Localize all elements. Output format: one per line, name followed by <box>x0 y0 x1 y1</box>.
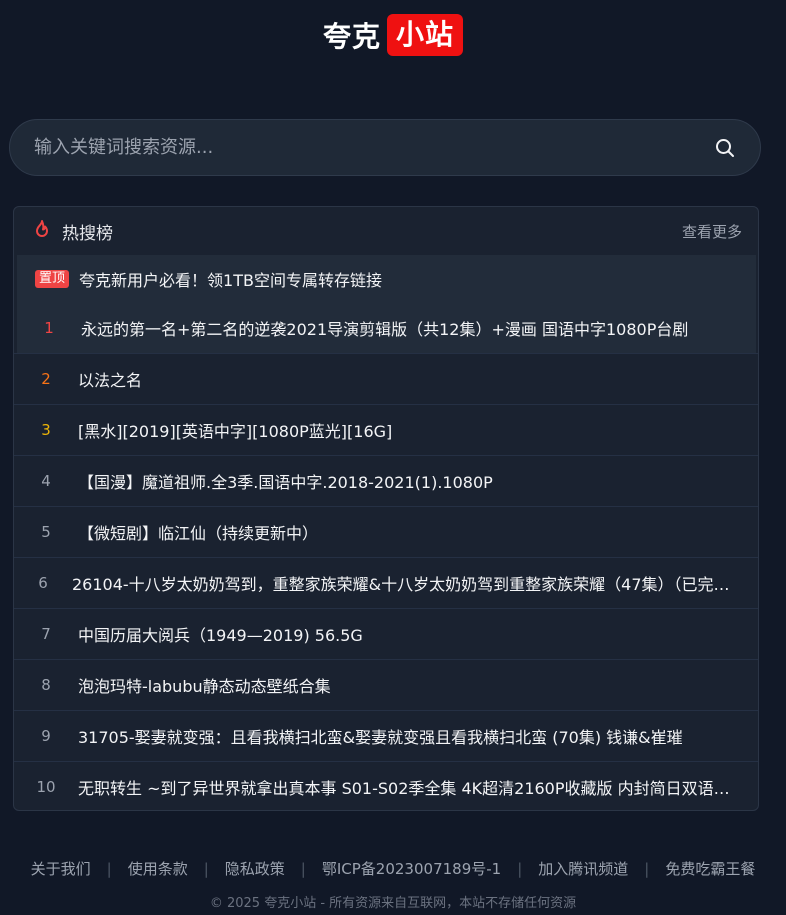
hot-item-title: 永远的第一名+第二名的逆袭2021导演剪辑版（共12集）+漫画 国语中字1080… <box>81 320 689 339</box>
pinned-item[interactable]: 置顶 夸克新用户必看！领1TB空间专属转存链接 <box>17 255 756 303</box>
hot-search-header: 热搜榜 查看更多 <box>14 207 758 255</box>
hot-item-rank: 6 <box>38 574 48 592</box>
footer-link-about[interactable]: 关于我们 <box>31 858 91 879</box>
pinned-badge: 置顶 <box>35 270 70 288</box>
logo-text: 夸克 <box>322 20 381 53</box>
footer-link-free-meal[interactable]: 免费吃霸王餐 <box>665 858 755 879</box>
footer-link-privacy[interactable]: 隐私政策 <box>225 858 285 879</box>
hot-item-rank: 8 <box>41 676 51 694</box>
view-more-link[interactable]: 查看更多 <box>682 221 742 242</box>
hot-item-rank: 3 <box>41 421 51 439</box>
logo-badge: 小站 <box>387 14 464 56</box>
footer-separator: | <box>517 859 523 878</box>
hot-item-rank: 5 <box>41 523 51 541</box>
hot-item-title: [黑水][2019][英语中字][1080P蓝光][16G] <box>78 422 393 441</box>
footer-link-icp[interactable]: 鄂ICP备2023007189号-1 <box>322 858 501 879</box>
footer-link-terms[interactable]: 使用条款 <box>128 858 188 879</box>
pinned-item-text: 夸克新用户必看！领1TB空间专属转存链接 <box>79 271 382 290</box>
search-icon[interactable] <box>712 135 738 161</box>
hot-item-title: 【国漫】魔道祖师.全3季.国语中字.2018-2021(1).1080P <box>78 473 493 492</box>
site-logo[interactable]: 夸克 小站 <box>0 14 786 56</box>
hot-item[interactable]: 5 【微短剧】临江仙（持续更新中） <box>14 506 758 557</box>
hot-item[interactable]: 6 26104-十八岁太奶奶驾到，重整家族荣耀&十八岁太奶奶驾到重整家族荣耀（4… <box>14 557 758 608</box>
footer-links: 关于我们 | 使用条款 | 隐私政策 | 鄂ICP备2023007189号-1 … <box>0 858 786 879</box>
hot-item[interactable]: 4 【国漫】魔道祖师.全3季.国语中字.2018-2021(1).1080P <box>14 455 758 506</box>
hot-item-title: 31705-娶妻就变强：且看我横扫北蛮&娶妻就变强且看我横扫北蛮 (70集) 钱… <box>78 728 683 747</box>
hot-item[interactable]: 8 泡泡玛特-labubu静态动态壁纸合集 <box>14 659 758 710</box>
hot-item[interactable]: 2 以法之名 <box>14 353 758 404</box>
hot-item-title: 【微短剧】临江仙（持续更新中） <box>78 524 319 543</box>
hot-search-panel: 热搜榜 查看更多 置顶 夸克新用户必看！领1TB空间专属转存链接 1 永远的第一… <box>13 206 759 811</box>
footer-separator: | <box>644 859 650 878</box>
hot-item-rank: 7 <box>41 625 51 643</box>
hot-item[interactable]: 9 31705-娶妻就变强：且看我横扫北蛮&娶妻就变强且看我横扫北蛮 (70集)… <box>14 710 758 761</box>
footer-link-tencent-channel[interactable]: 加入腾讯频道 <box>538 858 628 879</box>
hot-item-rank: 2 <box>41 370 51 388</box>
copyright-text: © 2025 夸克小站 - 所有资源来自互联网，本站不存储任何资源 <box>209 896 577 911</box>
hot-item-title: 无职转生 ~到了异世界就拿出真本事 S01-S02季全集 4K超清2160P收藏… <box>78 779 738 798</box>
hot-item[interactable]: 10 无职转生 ~到了异世界就拿出真本事 S01-S02季全集 4K超清2160… <box>14 761 758 810</box>
hot-item-title: 以法之名 <box>78 371 143 390</box>
hot-item-title: 中国历届大阅兵（1949—2019) 56.5G <box>78 626 363 645</box>
hot-item-title: 泡泡玛特-labubu静态动态壁纸合集 <box>78 677 331 696</box>
search-bar <box>9 119 761 176</box>
hot-item[interactable]: 7 中国历届大阅兵（1949—2019) 56.5G <box>14 608 758 659</box>
hot-item-rank: 1 <box>44 319 54 337</box>
hot-item-rank: 4 <box>41 472 51 490</box>
footer-separator: | <box>203 859 209 878</box>
flame-icon <box>32 219 52 243</box>
hot-item-title: 26104-十八岁太奶奶驾到，重整家族荣耀&十八岁太奶奶驾到重整家族荣耀（47集… <box>72 575 732 594</box>
footer-separator: | <box>106 859 112 878</box>
hot-item-rank: 10 <box>36 778 56 796</box>
hot-item[interactable]: 3 [黑水][2019][英语中字][1080P蓝光][16G] <box>14 404 758 455</box>
hot-search-title: 热搜榜 <box>62 223 113 244</box>
hot-item-rank: 9 <box>41 727 51 745</box>
footer-separator: | <box>300 859 306 878</box>
hot-item[interactable]: 1 永远的第一名+第二名的逆袭2021导演剪辑版（共12集）+漫画 国语中字10… <box>17 303 756 353</box>
search-input[interactable] <box>32 136 712 159</box>
